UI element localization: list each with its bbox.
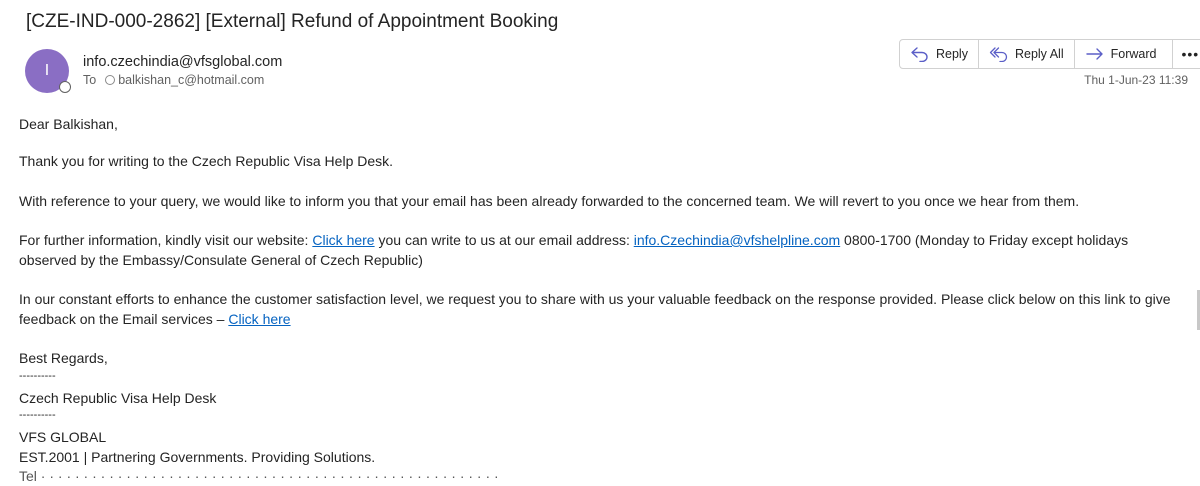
message-actions: Reply Reply All Forward ••• [899,39,1200,69]
presence-status-icon [59,81,71,93]
reply-button[interactable]: Reply [900,40,979,68]
sent-date: Thu 1-Jun-23 11:39 [1084,73,1188,87]
regards: Best Regards, [19,350,108,366]
reply-all-button[interactable]: Reply All [979,40,1075,68]
feedback-link[interactable]: Click here [228,311,290,327]
more-icon: ••• [1181,46,1200,62]
feedback-paragraph: In our constant efforts to enhance the c… [19,289,1191,329]
more-actions-button[interactable]: ••• [1173,40,1200,68]
greeting: Dear Balkishan, [19,116,118,132]
reply-icon [910,46,930,62]
further-info-text-2: you can write to us at our email address… [374,232,634,248]
thanks-paragraph: Thank you for writing to the Czech Repub… [19,153,394,169]
recipient-address[interactable]: balkishan_c@hotmail.com [118,73,264,87]
signature-separator: ---------- [19,370,56,382]
signature-company: VFS GLOBAL [19,429,107,445]
signature-tagline: EST.2001 | Partnering Governments. Provi… [19,449,376,465]
to-label: To [83,73,97,87]
signature-truncated-line: Tel · · · · · · · · · · · · · · · · · · … [19,468,499,484]
recipient-line: To balkishan_c@hotmail.com [83,73,264,87]
signature-separator-2: ---------- [19,409,56,421]
feedback-text: In our constant efforts to enhance the c… [19,291,1171,327]
forward-label: Forward [1110,47,1157,61]
forward-icon [1085,47,1105,61]
further-info-text: For further information, kindly visit ou… [19,232,313,248]
website-link[interactable]: Click here [312,232,374,248]
reference-paragraph: With reference to your query, we would l… [19,193,1080,209]
reply-all-icon [989,46,1009,62]
helpline-email-link[interactable]: info.Czechindia@vfshelpline.com [634,232,840,248]
reply-label: Reply [936,47,968,61]
signature-desk: Czech Republic Visa Help Desk [19,390,217,406]
recipient-presence-icon [105,75,116,85]
email-subject: [CZE-IND-000-2862] [External] Refund of … [26,11,559,32]
reply-all-label: Reply All [1014,47,1064,61]
sender-address[interactable]: info.czechindia@vfsglobal.com [83,54,282,70]
further-info-paragraph: For further information, kindly visit ou… [19,230,1159,270]
forward-button[interactable]: Forward [1075,40,1174,68]
